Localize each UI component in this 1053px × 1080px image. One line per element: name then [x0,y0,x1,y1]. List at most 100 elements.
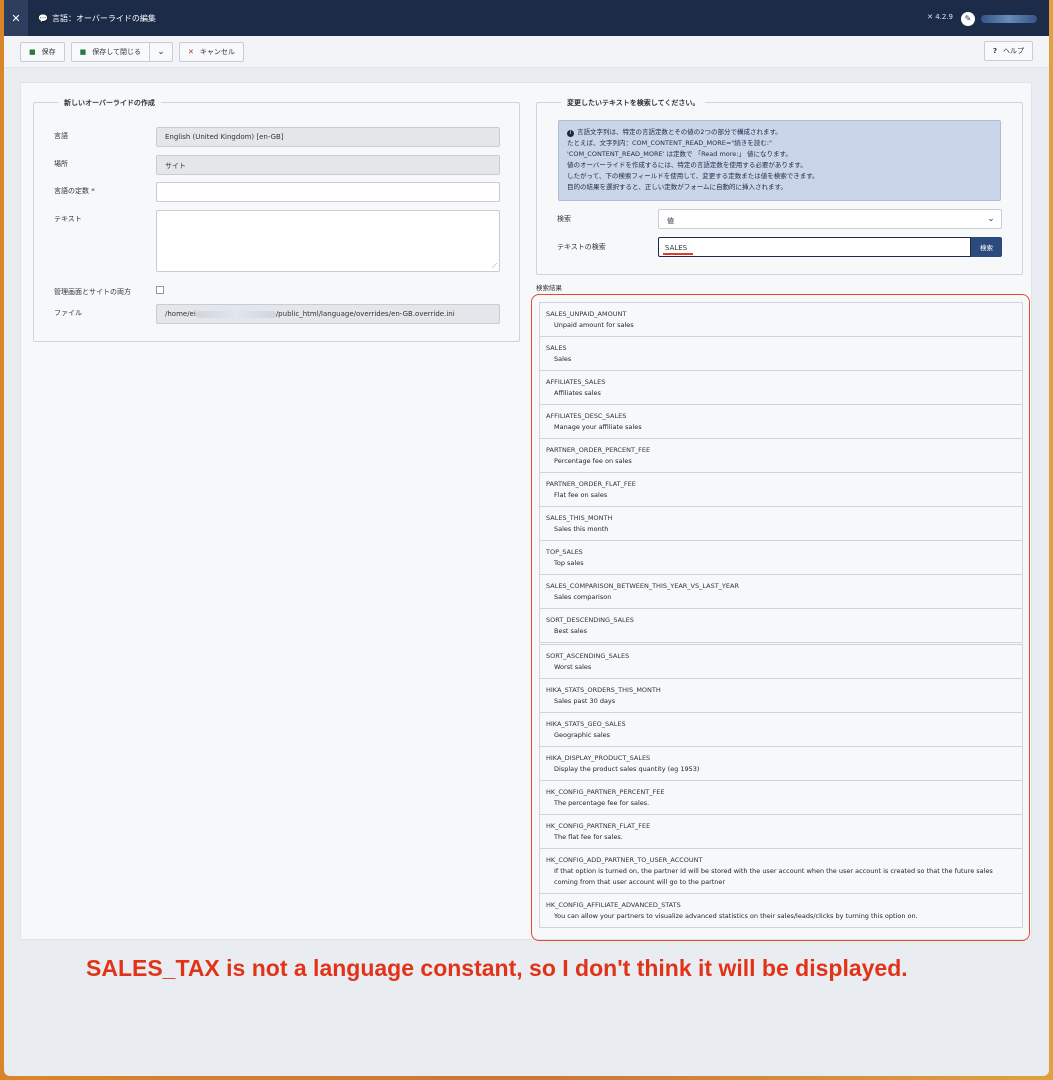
result-constant: HK_CONFIG_PARTNER_PERCENT_FEE [546,788,665,796]
toolbar: ■ 保存 ■ 保存して閉じる ⌄ ✕ キャンセル ? ヘルプ [4,36,1049,68]
help-button-label: ヘルプ [1003,47,1024,55]
result-item[interactable]: SALES_THIS_MONTH Sales this month [540,507,1022,541]
page-title-text: 言語：オーバーライドの編集 [51,13,156,23]
result-item[interactable]: PARTNER_ORDER_PERCENT_FEE Percentage fee … [540,439,1022,473]
info-line: 'COM_CONTENT_READ_MORE' は定数で 「Read more:… [567,150,792,158]
result-item[interactable]: AFFILIATES_DESC_SALES Manage your affilia… [540,405,1022,439]
save-icon: ■ [29,47,36,56]
comment-icon: 💬 [38,13,48,23]
constant-row: 言語の定数 * [54,182,500,202]
result-text: Best sales [554,627,588,635]
search-type-row: 検索 値 ⌄ [557,209,1002,229]
result-item[interactable]: PARTNER_ORDER_FLAT_FEE Flat fee on sales [540,473,1022,507]
save-button[interactable]: ■ 保存 [20,41,65,62]
page-title: 💬 言語：オーバーライドの編集 [38,13,156,24]
search-input[interactable]: SALES [658,237,971,257]
result-text: Percentage fee on sales [554,457,632,465]
search-button[interactable]: 検索 [971,237,1002,257]
both-checkbox[interactable] [156,286,164,294]
joomla-logo-icon[interactable]: ✕ [4,0,28,36]
file-label: ファイル [54,309,82,317]
help-button[interactable]: ? ヘルプ [983,41,1033,61]
result-constant: HK_CONFIG_PARTNER_FLAT_FEE [546,822,651,830]
chevron-down-icon[interactable]: ⌄ [150,47,172,57]
results-group-1: SALES_UNPAID_AMOUNT Unpaid amount for sal… [539,302,1023,643]
annotation-note: SALES_TAX is not a language constant, so… [86,955,908,981]
result-text: Sales [554,355,572,363]
result-text: Geographic sales [554,731,611,739]
result-constant: HIKA_STATS_ORDERS_THIS_MONTH [546,686,661,694]
result-text: Display the product sales quantity (eg 1… [554,765,700,773]
info-line: i 言語文字列は、特定の言語定数とその値の2つの部分で構成されます。 [567,127,992,138]
text-label: テキスト [54,215,82,223]
file-row: ファイル /home/ei/public_html/language/overr… [54,304,500,324]
info-alert: i 言語文字列は、特定の言語定数とその値の2つの部分で構成されます。 たとえば、文… [558,120,1001,201]
result-constant: TOP_SALES [546,548,583,556]
save-close-button[interactable]: ■ 保存して閉じる [72,42,151,61]
result-item[interactable]: HK_CONFIG_PARTNER_FLAT_FEE The flat fee f… [540,815,1022,849]
search-fieldset: 変更したいテキストを検索してください。 i 言語文字列は、特定の言語定数とその値の… [536,98,1023,275]
text-row: テキスト [54,210,500,272]
result-constant: HK_CONFIG_AFFILIATE_ADVANCED_STATS [546,901,681,909]
result-item[interactable]: SORT_DESCENDING_SALES Best sales [540,609,1022,642]
info-line: 目的の結果を選択すると、正しい定数がフォームに自動的に挿入されます。 [567,183,787,191]
file-path-field: /home/ei/public_html/language/overrides/… [156,304,500,324]
result-item[interactable]: SALES_UNPAID_AMOUNT Unpaid amount for sal… [540,303,1022,337]
text-textarea[interactable] [156,210,500,272]
info-line: したがって、下の検索フィールドを使用して、変更する定数または値を検索できます。 [567,172,819,180]
question-icon: ? [992,47,997,55]
search-type-value: 値 [667,217,674,225]
close-icon: ✕ [188,47,194,56]
result-constant: HIKA_STATS_GEO_SALES [546,720,626,728]
constant-input[interactable] [156,182,500,202]
result-item[interactable]: HK_CONFIG_AFFILIATE_ADVANCED_STATS You ca… [540,894,1022,927]
result-constant: SORT_DESCENDING_SALES [546,616,634,624]
result-constant: HIKA_DISPLAY_PRODUCT_SALES [546,754,651,762]
result-text: Sales comparison [554,593,612,601]
result-text: The percentage fee for sales. [554,799,650,807]
result-item[interactable]: HK_CONFIG_ADD_PARTNER_TO_USER_ACCOUNT If … [540,849,1022,894]
result-item[interactable]: SALES_COMPARISON_BETWEEN_THIS_YEAR_VS_LA… [540,575,1022,609]
result-item[interactable]: SORT_ASCENDING_SALES Worst sales [540,645,1022,679]
result-text: Flat fee on sales [554,491,608,499]
app-window: ✕ 💬 言語：オーバーライドの編集 ✕ 4.2.9 ✎ ■ 保存 ■ 保存して閉… [4,0,1049,1076]
result-item[interactable]: TOP_SALES Top sales [540,541,1022,575]
chevron-down-icon: ⌄ [987,214,995,224]
result-constant: PARTNER_ORDER_PERCENT_FEE [546,446,651,454]
location-label: 場所 [54,160,68,168]
result-constant: SORT_ASCENDING_SALES [546,652,630,660]
result-item[interactable]: HK_CONFIG_PARTNER_PERCENT_FEE The percent… [540,781,1022,815]
location-row: 場所 サイト [54,155,500,175]
result-constant: SALES_COMPARISON_BETWEEN_THIS_YEAR_VS_LA… [546,582,739,590]
result-text: Affiliates sales [554,389,601,397]
both-label: 管理画面とサイトの両方 [54,288,131,296]
user-menu-button[interactable]: ✎ [961,11,1041,26]
result-text: Sales past 30 days [554,697,616,705]
save-button-label: 保存 [41,47,56,56]
result-item[interactable]: HIKA_STATS_GEO_SALES Geographic sales [540,713,1022,747]
result-text: The flat fee for sales. [554,833,623,841]
search-type-select[interactable]: 値 ⌄ [658,209,1002,229]
result-constant: HK_CONFIG_ADD_PARTNER_TO_USER_ACCOUNT [546,856,703,864]
save-icon: ■ [79,47,87,56]
result-item[interactable]: SALES Sales [540,337,1022,371]
result-item[interactable]: HIKA_STATS_ORDERS_THIS_MONTH Sales past 3… [540,679,1022,713]
result-constant: PARTNER_ORDER_FLAT_FEE [546,480,636,488]
result-item[interactable]: AFFILIATES_SALES Affiliates sales [540,371,1022,405]
version-label: ✕ 4.2.9 [927,13,953,21]
new-override-fieldset: 新しいオーバーライドの作成 言語 English (United Kingdom… [33,98,520,342]
info-icon: i [567,130,574,137]
location-field: サイト [156,155,500,175]
result-constant: AFFILIATES_DESC_SALES [546,412,627,420]
version-number: 4.2.9 [935,13,953,21]
language-field: English (United Kingdom) [en-GB] [156,127,500,147]
results-label: 検索結果 [536,284,562,292]
search-text-row: テキストの検索 SALES 検索 [557,237,1002,257]
search-input-group: SALES 検索 [658,237,1002,257]
save-close-label: 保存して閉じる [92,47,142,56]
language-label: 言語 [54,132,68,140]
result-text: You can allow your partners to visualize… [554,912,918,920]
result-item[interactable]: HIKA_DISPLAY_PRODUCT_SALES Display the pr… [540,747,1022,781]
both-row: 管理画面とサイトの両方 [54,283,164,297]
cancel-button[interactable]: ✕ キャンセル [179,41,244,62]
